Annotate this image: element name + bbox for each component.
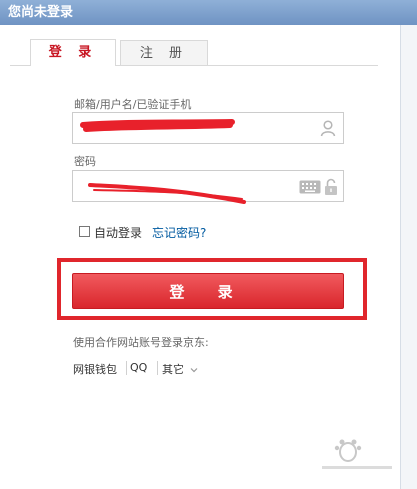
keyboard-icon[interactable] — [299, 180, 321, 194]
partner-other-label: 其它 — [162, 363, 184, 376]
partner-other-link[interactable]: 其它 — [162, 361, 198, 377]
password-input[interactable] — [81, 177, 311, 197]
chevron-down-icon — [190, 368, 197, 373]
forgot-password-link[interactable]: 忘记密码? — [152, 224, 206, 241]
divider — [157, 361, 158, 375]
partner-wallet-link[interactable]: 网银钱包 — [73, 361, 117, 377]
auto-login-label: 自动登录 — [94, 226, 143, 240]
auto-login-checkbox[interactable] — [79, 226, 90, 237]
partner-qq-link[interactable]: QQ — [130, 361, 147, 374]
baidu-watermark-logo — [322, 439, 392, 469]
divider — [126, 361, 127, 375]
lock-icon — [325, 178, 337, 195]
user-icon — [320, 120, 336, 137]
tab-login[interactable]: 登 录 — [30, 39, 116, 66]
login-button[interactable]: 登 录 — [72, 273, 344, 309]
password-label: 密码 — [74, 155, 96, 168]
username-label: 邮箱/用户名/已验证手机 — [74, 98, 192, 111]
login-dialog: 您尚未登录 登 录 注 册 邮箱/用户名/已验证手机 密码 自动登录 忘记密码?… — [0, 0, 417, 489]
password-field-wrapper — [72, 170, 344, 202]
username-input[interactable] — [81, 119, 311, 139]
login-panel — [0, 25, 401, 489]
tab-register[interactable]: 注 册 — [120, 40, 208, 66]
window-title: 您尚未登录 — [0, 0, 417, 25]
username-field-wrapper — [72, 112, 344, 144]
partner-login-title: 使用合作网站账号登录京东: — [73, 336, 209, 349]
